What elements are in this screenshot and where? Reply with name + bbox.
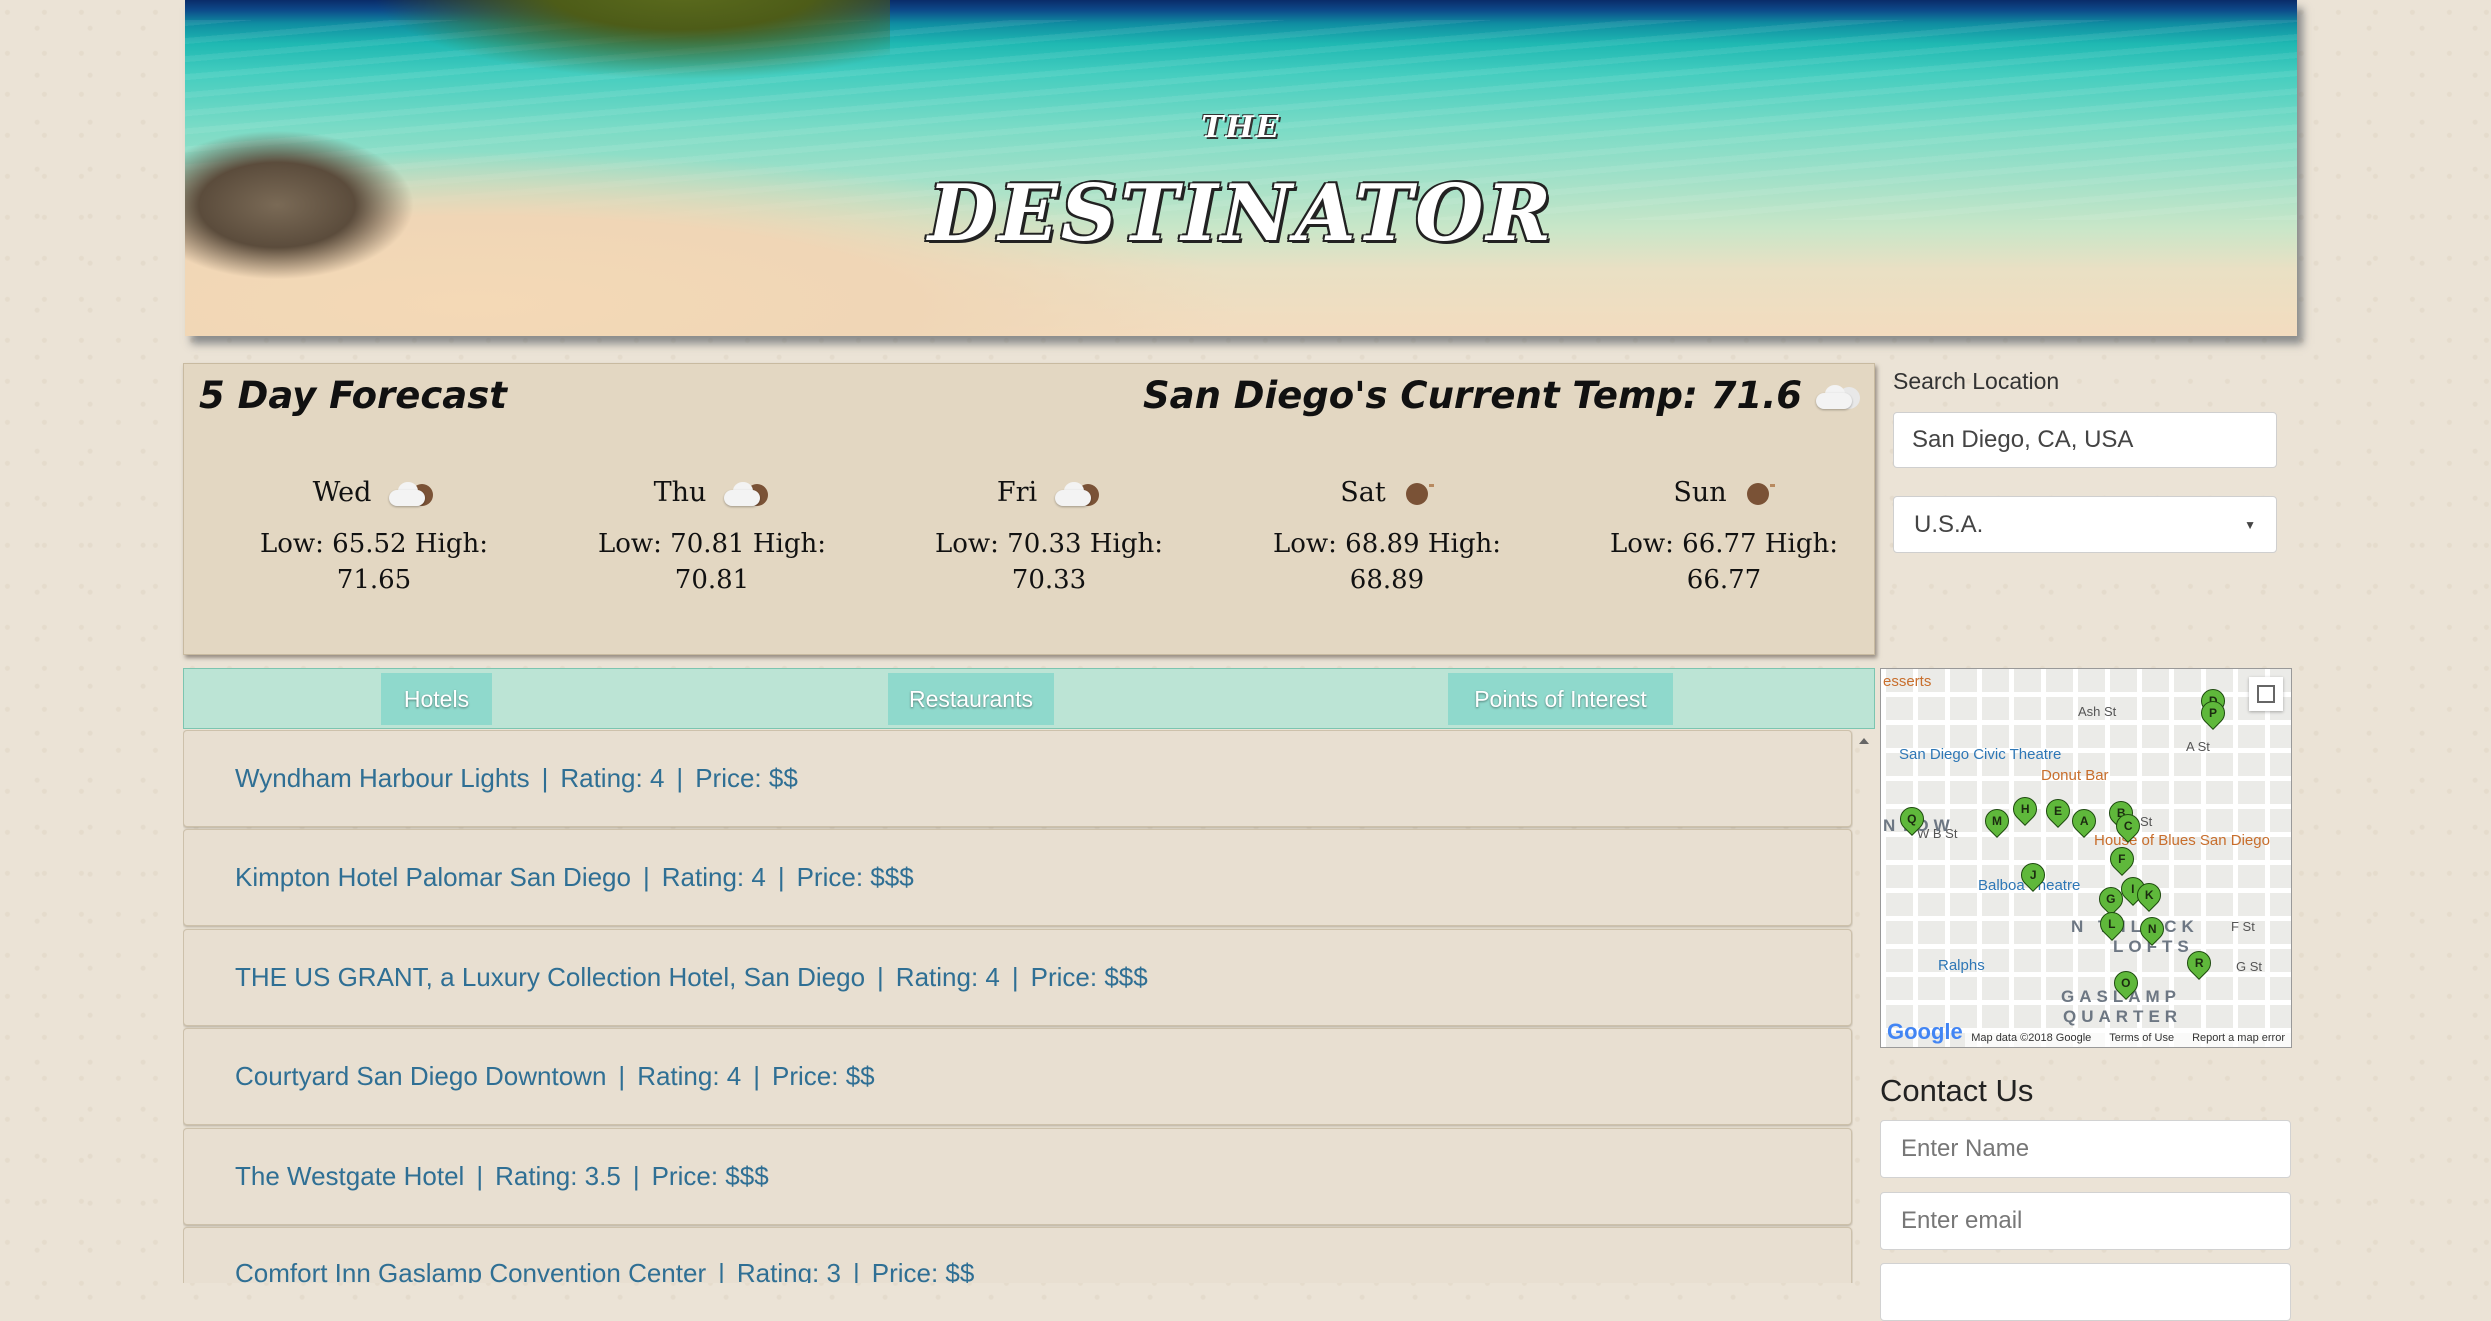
hotel-price: Price: $$$ <box>796 862 914 892</box>
sunny-icon <box>1400 478 1434 508</box>
map-marker[interactable]: E <box>2041 794 2075 828</box>
hotel-name: Wyndham Harbour Lights <box>235 763 530 793</box>
partly-cloudy-icon <box>1051 478 1101 508</box>
map-poi: Donut Bar <box>2041 767 2109 784</box>
forecast-day: Wed Low: 65.52 High: 71.65 <box>224 477 524 598</box>
site-title: DESTINATOR <box>927 168 1555 259</box>
chevron-down-icon: ▼ <box>2244 517 2256 532</box>
tab-restaurants[interactable]: Restaurants <box>888 673 1054 725</box>
forecast-day: Sun Low: 66.77 High: 66.77 <box>1574 477 1874 598</box>
partly-cloudy-icon <box>1812 381 1862 411</box>
list-item[interactable]: Wyndham Harbour Lights | Rating: 4 | Price… <box>183 730 1852 827</box>
hotel-price: Price: $$ <box>772 1061 875 1091</box>
hotel-name: The Westgate Hotel <box>235 1161 465 1191</box>
day-temps: Low: 66.77 High: 66.77 <box>1609 529 1839 595</box>
partly-cloudy-icon <box>385 478 435 508</box>
day-temps: Low: 70.33 High: 70.33 <box>934 529 1164 595</box>
current-temp-label: San Diego's Current Temp: 71.6 <box>1142 374 1802 417</box>
fullscreen-icon[interactable] <box>2249 677 2283 711</box>
hotel-rating: Rating: 4 <box>895 962 1000 992</box>
map-poi: Ralphs <box>1938 957 1985 974</box>
current-temp: San Diego's Current Temp: 71.6 <box>1143 374 1862 417</box>
forecast-day: Thu Low: 70.81 High: 70.81 <box>562 477 862 598</box>
search-input[interactable] <box>1893 412 2277 468</box>
map-street: Ash St <box>2078 704 2117 719</box>
report-error-link[interactable]: Report a map error <box>2192 1032 2285 1044</box>
google-logo: Google <box>1887 1019 1963 1044</box>
hotel-price: Price: $$ <box>695 763 798 793</box>
hotel-name: THE US GRANT, a Luxury Collection Hotel,… <box>235 962 866 992</box>
hotel-name: Kimpton Hotel Palomar San Diego <box>235 862 631 892</box>
forecast-panel: 5 Day Forecast San Diego's Current Temp:… <box>183 363 1875 655</box>
category-tabs: Hotels Restaurants Points of Interest <box>183 668 1875 729</box>
day-temps: Low: 70.81 High: 70.81 <box>597 529 827 595</box>
contact-title: Contact Us <box>1880 1073 2034 1108</box>
tab-hotels[interactable]: Hotels <box>381 673 492 725</box>
day-name: Wed <box>312 477 372 508</box>
map-data-credit: Map data ©2018 Google <box>1971 1032 2092 1044</box>
forecast-day: Fri Low: 70.33 High: 70.33 <box>899 477 1199 598</box>
list-item[interactable]: THE US GRANT, a Luxury Collection Hotel,… <box>183 929 1852 1026</box>
list-item[interactable]: Comfort Inn Gaslamp Convention Center | R… <box>183 1227 1852 1283</box>
search-label: Search Location <box>1893 368 2060 394</box>
map-poi: esserts <box>1883 673 1932 690</box>
hotel-rating: Rating: 4 <box>637 1061 742 1091</box>
list-scrollbar[interactable] <box>1855 730 1873 1283</box>
day-name: Thu <box>653 477 707 508</box>
day-temps: Low: 68.89 High: 68.89 <box>1272 529 1502 595</box>
map-street: A St <box>2186 739 2210 754</box>
hotel-price: Price: $$$ <box>1030 962 1148 992</box>
terms-link[interactable]: Terms of Use <box>2109 1032 2174 1044</box>
country-select[interactable]: U.S.A. ▼ <box>1893 496 2277 553</box>
name-field[interactable]: Enter Name <box>1880 1120 2291 1178</box>
day-name: Sun <box>1673 477 1727 508</box>
sunny-icon <box>1741 478 1775 508</box>
scroll-up-icon[interactable] <box>1859 738 1869 744</box>
hotel-rating: Rating: 4 <box>560 763 665 793</box>
hotel-list: Wyndham Harbour Lights | Rating: 4 | Price… <box>183 730 1853 1283</box>
list-item[interactable]: The Westgate Hotel | Rating: 3.5 | Price: … <box>183 1128 1852 1225</box>
map-attribution: Map data ©2018 Google Terms of Use Repor… <box>1965 1029 2291 1047</box>
message-field[interactable] <box>1880 1263 2291 1321</box>
hero-banner: THE DESTINATOR <box>185 0 2297 336</box>
day-name: Sat <box>1340 477 1386 508</box>
partly-cloudy-icon <box>720 478 770 508</box>
map-marker[interactable]: M <box>1980 804 2014 838</box>
map-district: N THLOCK <box>2071 917 2199 936</box>
hotel-name: Courtyard San Diego Downtown <box>235 1061 607 1091</box>
hotel-rating: Rating: 4 <box>661 862 766 892</box>
map-marker[interactable]: H <box>2008 792 2042 826</box>
hotel-name: Comfort Inn Gaslamp Convention Center <box>235 1258 707 1283</box>
forecast-title: 5 Day Forecast <box>199 374 507 417</box>
day-name: Fri <box>996 477 1038 508</box>
map-district: QUARTER <box>2063 1007 2183 1026</box>
tab-points-of-interest[interactable]: Points of Interest <box>1448 673 1673 725</box>
day-temps: Low: 65.52 High: 71.65 <box>259 529 489 595</box>
list-item[interactable]: Kimpton Hotel Palomar San Diego | Rating:… <box>183 829 1852 926</box>
hotel-rating: Rating: 3 <box>736 1258 841 1283</box>
hero-subtitle: THE <box>1201 110 1281 145</box>
hotel-rating: Rating: 3.5 <box>495 1161 621 1191</box>
list-item[interactable]: Courtyard San Diego Downtown | Rating: 4 |… <box>183 1028 1852 1125</box>
map-street: F St <box>2231 919 2255 934</box>
hero-tree <box>370 0 890 80</box>
forecast-day: Sat Low: 68.89 High: 68.89 <box>1237 477 1537 598</box>
map-street: G St <box>2236 959 2263 974</box>
country-select-value: U.S.A. <box>1914 510 1984 538</box>
map-poi: San Diego Civic Theatre <box>1899 746 2062 763</box>
map[interactable]: esserts Ash St A St W B St C St F St G S… <box>1880 668 2292 1048</box>
email-field[interactable]: Enter email <box>1880 1192 2291 1250</box>
hotel-price: Price: $$$ <box>651 1161 769 1191</box>
hotel-price: Price: $$ <box>871 1258 975 1283</box>
